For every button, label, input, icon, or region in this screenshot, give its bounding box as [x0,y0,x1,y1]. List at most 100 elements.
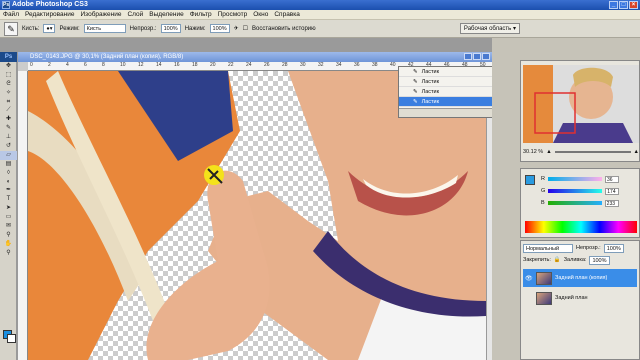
color-foreground-swatch[interactable] [525,175,535,185]
menu-filter[interactable]: Фильтр [190,11,212,18]
color-spectrum[interactable] [525,221,637,233]
restore-history-label: Восстановить историю [252,25,316,32]
zoom-tool-icon[interactable]: ⚲ [0,249,17,258]
dodge-tool-icon[interactable]: ◐ [0,178,17,187]
brush-picker[interactable]: ●▾ [43,24,56,33]
layer-row[interactable]: Задний план [523,289,637,307]
minimize-button[interactable]: _ [609,1,618,9]
ruler-tick-label: 2 [48,62,51,68]
pen-tool-icon[interactable]: ✒ [0,186,17,195]
ruler-tick-label: 24 [246,62,252,68]
flow-input[interactable]: 100% [209,24,230,33]
doc-close-button[interactable] [482,53,490,60]
zoom-out-icon[interactable]: ▲ [546,149,551,155]
blur-tool-icon[interactable]: ◊ [0,169,17,178]
menu-view[interactable]: Просмотр [218,11,248,18]
path-selection-tool-icon[interactable]: ➤ [0,204,17,213]
marquee-tool-icon[interactable]: ⬚ [0,71,17,80]
history-item-label: Ластик [421,68,440,75]
vertical-ruler [18,71,28,360]
document-window-controls [464,53,490,60]
channel-slider[interactable] [547,201,602,205]
layer-row-active[interactable]: 👁 Задний план (копия) [523,269,637,287]
menu-image[interactable]: Изображение [81,11,122,18]
document-title: DSC_0143.JPG @ 30,1% (Задний план (копия… [30,54,184,60]
fill-input[interactable]: 100% [589,255,610,265]
channel-slider[interactable] [548,189,603,193]
layer-opacity-input[interactable]: 100% [603,243,624,253]
channel-value[interactable]: 36 [604,175,619,183]
eraser-tool-icon[interactable]: ▱ [0,150,17,160]
navigator-zoom-row: 30.12 % ▲ ▲ [523,147,639,157]
gradient-tool-icon[interactable]: ▤ [0,160,17,169]
tool-preset-picker[interactable]: ✎ [4,21,18,36]
menu-window[interactable]: Окно [253,11,268,18]
channel-slider[interactable] [547,177,602,181]
app-title: Adobe Photoshop CS3 [12,1,88,8]
ruler-tick-label: 12 [138,62,144,68]
lasso-tool-icon[interactable]: ᘓ [0,80,17,89]
hand-tool-icon[interactable]: ✋ [0,240,17,249]
fill-label: Заливка: [563,257,587,263]
background-color-swatch[interactable] [7,334,16,343]
ps-logo: Ps [0,52,17,62]
notes-tool-icon[interactable]: ✉ [0,222,17,231]
opacity-input[interactable]: 100% [160,24,181,33]
maximize-button[interactable]: □ [619,1,628,9]
menu-help[interactable]: Справка [274,11,300,18]
ruler-tick-label: 22 [228,62,234,68]
crop-tool-icon[interactable]: ⌗ [0,98,17,107]
blend-mode-select[interactable]: Нормальный [523,243,573,253]
brush-tool-icon[interactable]: ✎ [0,124,17,133]
history-item[interactable]: ✎ Ластик [399,67,501,77]
history-panel: ✎ Ластик ✎ Ластик ✎ Ластик ✎ Ластик [398,66,502,118]
ruler-tick-label: 14 [156,62,162,68]
options-bar: ✎ Кисть: ●▾ Режим: Кисть Непрозр.: 100% … [0,20,640,38]
shape-tool-icon[interactable]: ▭ [0,213,17,222]
mode-select[interactable]: Кисть [83,24,126,33]
history-item[interactable]: ✎ Ластик [399,87,501,97]
move-tool-icon[interactable]: ✥ [0,62,17,71]
close-button[interactable]: × [629,1,638,9]
eraser-icon: ✎ [413,98,418,105]
healing-tool-icon[interactable]: ✚ [0,115,17,124]
zoom-slider[interactable] [554,151,631,153]
layer-thumbnail [536,271,552,285]
history-item-active[interactable]: ✎ Ластик [399,97,501,107]
menu-file[interactable]: Файл [3,11,19,18]
menu-bar: Файл Редактирование Изображение Слой Выд… [0,10,640,20]
lock-icon[interactable]: 🔒 [554,257,561,263]
menu-select[interactable]: Выделение [149,11,183,18]
history-item[interactable]: ✎ Ластик [399,77,501,87]
channel-value[interactable]: 174 [605,187,620,195]
layers-blend-row: Нормальный Непрозр.: 100% [523,243,637,253]
restore-history-checkbox[interactable]: ☐ [243,25,248,32]
doc-minimize-button[interactable] [464,53,472,60]
doc-maximize-button[interactable] [473,53,481,60]
opacity-label: Непрозр.: [129,25,157,32]
color-channel-row: B 233 [541,199,619,207]
channel-value[interactable]: 233 [604,199,619,207]
history-brush-tool-icon[interactable]: ↺ [0,142,17,151]
slice-tool-icon[interactable]: ⟋ [0,106,17,115]
menu-layer[interactable]: Слой [127,11,143,18]
eyedropper-tool-icon[interactable]: ⚲ [0,231,17,240]
stamp-tool-icon[interactable]: ⊥ [0,133,17,142]
layer-name: Задний план (копия) [555,275,608,281]
workspace-button[interactable]: Рабочая область ▾ [459,23,520,34]
lock-label: Закрепить: [523,257,551,263]
ruler-tick-label: 26 [264,62,270,68]
eye-icon[interactable]: 👁 [525,275,533,282]
ruler-tick-label: 18 [192,62,198,68]
history-item-label: Ластик [421,88,440,95]
window-controls: _ □ × [609,1,638,9]
navigator-thumbnail[interactable] [523,65,639,143]
zoom-in-icon[interactable]: ▲ [634,149,639,155]
color-panel: R 36 G 174 B 233 [520,168,640,238]
zoom-value[interactable]: 30.12 % [523,149,543,155]
ruler-tick-label: 8 [102,62,105,68]
menu-edit[interactable]: Редактирование [25,11,75,18]
magic-wand-tool-icon[interactable]: ✧ [0,89,17,98]
airbrush-icon[interactable]: ✈ [234,25,239,32]
type-tool-icon[interactable]: T [0,195,17,204]
